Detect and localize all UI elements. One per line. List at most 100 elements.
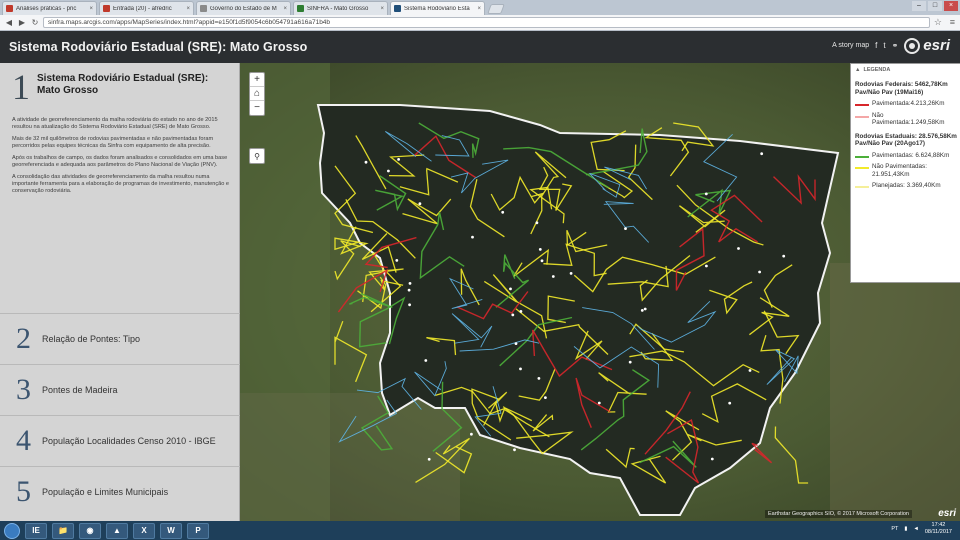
browser-tab[interactable]: Entrada (20) - afredric × <box>99 1 194 15</box>
locality-marker <box>470 432 473 436</box>
locality-marker <box>408 282 412 285</box>
address-bar-row: ◀ ▶ ↻ sinfra.maps.arcgis.com/apps/MapSer… <box>0 15 960 31</box>
section-item-3[interactable]: 3 Pontes de Madeira <box>0 364 240 415</box>
app-header: Sistema Rodoviário Estadual (SRE): Mato … <box>0 31 960 63</box>
legend-item: Não Pavimentada:1.249,58Km <box>855 112 957 127</box>
taskbar-app-icon[interactable]: W <box>160 522 182 539</box>
locality-marker <box>624 227 627 231</box>
locality-marker <box>748 369 752 372</box>
collapse-icon[interactable]: ▲ <box>855 67 860 73</box>
reload-icon[interactable]: ↻ <box>30 18 40 27</box>
section-item-5[interactable]: 5 População e Limites Municipais <box>0 466 240 517</box>
browser-tab[interactable]: Sistema Rodoviário Esta × <box>390 1 485 15</box>
tab-close-icon[interactable]: × <box>283 6 287 12</box>
taskbar-app-icon[interactable]: 📁 <box>52 522 74 539</box>
facebook-icon[interactable]: f <box>875 41 877 50</box>
locality-marker <box>501 210 505 214</box>
locality-marker <box>519 367 522 371</box>
browser-tab[interactable]: SINFRA - Mato Grosso × <box>293 1 388 15</box>
section-description: A atividade de georreferenciamento da ma… <box>12 117 232 200</box>
window-controls: – □ × <box>912 1 958 11</box>
minimize-button[interactable]: – <box>912 1 926 11</box>
legend-swatch <box>855 167 869 169</box>
story-map-link[interactable]: A story map <box>832 42 869 49</box>
locality-marker <box>737 247 740 250</box>
browser-tab[interactable]: Análises práticas - pric × <box>2 1 97 15</box>
home-button[interactable]: ⌂ <box>250 87 264 101</box>
locality-marker <box>535 221 539 225</box>
tab-close-icon[interactable]: × <box>186 6 190 12</box>
legend-group-state: Rodovias Estaduais: 28.576,58Km Pav/Não … <box>855 133 957 190</box>
legend-swatch <box>855 115 869 118</box>
browser-menu-icon[interactable]: ≡ <box>950 17 955 27</box>
locality-marker <box>424 359 428 362</box>
locality-marker <box>511 313 515 317</box>
zoom-out-button[interactable]: − <box>250 101 264 115</box>
locality-marker <box>544 396 547 399</box>
tab-close-icon[interactable]: × <box>380 6 384 12</box>
browser-tab[interactable]: Governo do Estado de M × <box>196 1 291 15</box>
section-label: Pontes de Madeira <box>42 384 118 395</box>
tab-title: SINFRA - Mato Grosso <box>307 5 369 12</box>
section-list: 2 Relação de Pontes: Tipo 3 Pontes de Ma… <box>0 313 240 517</box>
close-window-button[interactable]: × <box>944 1 958 11</box>
legend-panel: ▲ LEGENDA Rodovias Federais: 5462,78Km P… <box>850 63 960 283</box>
description-paragraph: Após os trabalhos de campo, os dados for… <box>12 155 228 168</box>
section-item-2[interactable]: 2 Relação de Pontes: Tipo <box>0 313 240 364</box>
back-icon[interactable]: ◀ <box>4 18 14 27</box>
locality-marker <box>395 259 399 262</box>
description-paragraph: Mais de 32 mil quilômetros de rodovias p… <box>12 136 214 149</box>
locality-marker <box>760 152 764 156</box>
network-icon[interactable]: ▮ <box>904 526 907 532</box>
locality-marker <box>387 169 390 173</box>
section-label: População e Limites Municipais <box>42 486 169 497</box>
taskbar-app-icon[interactable]: IE <box>25 522 47 539</box>
taskbar-app-icon[interactable]: P <box>187 522 209 539</box>
tab-title: Sistema Rodoviário Esta <box>404 5 470 12</box>
bookmark-star-icon[interactable]: ☆ <box>934 17 942 28</box>
share-link-icon[interactable]: ⚭ <box>892 41 899 50</box>
legend-group-federal: Rodovias Federais: 5462,78Km Pav/Não Pav… <box>855 81 957 127</box>
map-view[interactable]: + ⌂ − ⚲ ▲ LEGENDA Rodovias Federais: 546… <box>240 63 960 521</box>
new-tab-button[interactable] <box>487 4 505 14</box>
tab-favicon-icon <box>394 5 401 12</box>
forward-icon[interactable]: ▶ <box>17 18 27 27</box>
section-item-4[interactable]: 4 População Localidades Censo 2010 - IBG… <box>0 415 240 466</box>
tab-list: Análises práticas - pric × Entrada (20) - … <box>2 1 487 15</box>
legend-group-title: Rodovias Estaduais: 28.576,58Km Pav/Não … <box>855 132 957 148</box>
locality-marker <box>407 288 411 292</box>
map-search-icon[interactable]: ⚲ <box>249 148 265 164</box>
legend-swatch <box>855 186 869 188</box>
maximize-button[interactable]: □ <box>928 1 942 11</box>
tab-title: Análises práticas - pric <box>16 5 77 12</box>
locality-marker <box>418 202 422 206</box>
map-esri-logo[interactable]: esri <box>938 508 956 519</box>
start-button[interactable] <box>4 522 20 539</box>
locality-marker <box>782 254 786 258</box>
system-tray: PT ▮ ◄ 17:42 08/11/2017 <box>891 522 952 536</box>
locality-marker <box>728 401 732 405</box>
legend-item: Não Pavimentadas: 21.951,43Km <box>855 163 957 178</box>
section-title: Sistema Rodoviário Estadual (SRE): Mato … <box>37 73 209 96</box>
legend-item: Pavimentadas: 6.624,88Km <box>855 152 957 160</box>
url-field[interactable]: sinfra.maps.arcgis.com/apps/MapSeries/in… <box>43 17 930 28</box>
taskbar-app-icon[interactable]: ◉ <box>79 522 101 539</box>
taskbar-app-icon[interactable]: ▲ <box>106 522 128 539</box>
description-paragraph: A consolidação das atividades de georref… <box>12 174 230 194</box>
locality-marker <box>540 259 544 263</box>
series-sidebar: 1 Sistema Rodoviário Estadual (SRE): Mat… <box>0 63 240 521</box>
volume-icon[interactable]: ◄ <box>913 526 918 532</box>
legend-item: Planejadas: 3.369,40Km <box>855 182 957 190</box>
twitter-icon[interactable]: t <box>883 41 885 50</box>
tab-close-icon[interactable]: × <box>89 6 93 12</box>
page-title: Sistema Rodoviário Estadual (SRE): Mato … <box>9 40 308 54</box>
language-indicator[interactable]: PT <box>891 526 898 532</box>
locality-marker <box>509 287 512 291</box>
tab-close-icon[interactable]: × <box>477 6 481 12</box>
taskbar-app-icon[interactable]: X <box>133 522 155 539</box>
locality-marker <box>514 342 518 345</box>
zoom-in-button[interactable]: + <box>250 73 264 87</box>
legend-header[interactable]: ▲ LEGENDA <box>855 67 957 73</box>
system-clock[interactable]: 17:42 08/11/2017 <box>925 522 952 536</box>
esri-logo[interactable]: esri <box>904 37 950 54</box>
